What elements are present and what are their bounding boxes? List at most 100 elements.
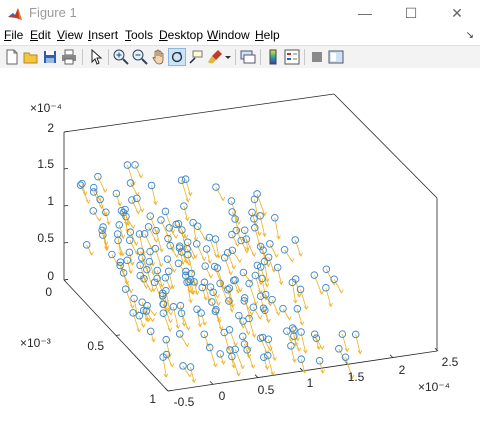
y-tick [63,279,69,281]
x-tick [389,354,394,359]
quiver-arrow [144,233,153,250]
open-file-icon[interactable] [22,48,40,66]
quiver-arrowhead [130,224,136,229]
quiver-arrow [97,176,106,193]
quiver-arrow [224,257,232,275]
print-icon[interactable] [60,48,78,66]
rotate-3d-icon[interactable] [168,48,186,66]
menu-tools[interactable]: Tools [125,27,153,43]
figure-toolbar [0,45,480,69]
data-point-marker [123,161,132,169]
menu-window[interactable]: Window [207,27,250,43]
menu-help[interactable]: Help [255,27,280,43]
x-tick-label: 1.5 [348,370,365,384]
minimize-icon: — [358,5,372,21]
3d-quiver-plot[interactable]: 2 1.5 1 0.5 0 ×10⁻⁴ 0 0.5 1 ×10⁻³ -0.5 0… [0,68,480,426]
top-back-edge [63,93,335,133]
quiver-arrow [196,243,205,261]
quiver-arrowhead [191,255,196,260]
colorbar-icon[interactable] [264,48,282,66]
quiver-arrow [271,299,279,316]
axes-box [63,93,438,392]
y-tick-label: 0 [45,285,52,299]
x-axis-multiplier: ×10⁻⁴ [418,380,450,394]
x-tick-label: 2.5 [442,355,459,369]
y-axis-multiplier: ×10⁻³ [20,336,51,350]
quiver-arrowhead [135,210,141,215]
toolbar-separator [260,49,261,65]
z-tick-label: 0.5 [37,231,54,245]
quiver-arrow [227,252,235,270]
z-tick-label: 1 [47,194,54,208]
brush-icon[interactable] [206,48,224,66]
x-tick-label: 1 [307,376,314,390]
pan-hand-icon[interactable] [150,48,168,66]
toolbar-separator [235,49,236,65]
data-point-marker [117,206,126,215]
menu-insert[interactable]: Insert [88,27,118,43]
quiver-arrowhead [143,284,149,290]
z-axis-multiplier: ×10⁻⁴ [30,101,62,115]
quiver-arrow [141,257,150,273]
data-point-marker [108,250,116,259]
close-button[interactable]: ✕ [434,0,480,27]
top-right-edge [333,93,438,199]
axis-ticks [63,131,439,392]
z-tick [63,205,69,207]
minimize-button[interactable]: — [342,0,388,27]
y-tick-label: 1 [149,392,156,406]
toolbar-separator [82,49,83,65]
z-tick [63,242,69,244]
x-tick [209,381,214,385]
link-plot-icon[interactable] [239,48,257,66]
legend-icon[interactable] [283,48,301,66]
quiver-arrows [80,164,363,384]
quiver-arrowhead [89,251,94,256]
quiver-arrowhead [97,217,102,222]
quiver-arrowhead [150,317,155,323]
quiver-arrowhead [172,268,177,273]
quiver-arrowhead [97,196,103,201]
brush-dropdown-icon[interactable] [224,48,233,66]
quiver-arrowhead [153,238,159,243]
quiver-arrow [229,329,237,346]
figure-canvas[interactable]: 2 1.5 1 0.5 0 ×10⁻⁴ 0 0.5 1 ×10⁻³ -0.5 0… [0,68,480,426]
quiver-arrowhead [257,315,263,320]
x-tick-label: 2 [399,363,406,377]
hide-plot-tools-icon[interactable] [308,48,326,66]
quiver-arrowhead [102,188,108,194]
quiver-arrowhead [201,256,207,262]
z-tick-label: 1.5 [37,157,54,171]
y-tick-label: 0.5 [87,339,104,353]
x-tick-label: 0 [219,389,226,403]
quiver-arrowhead [85,199,91,204]
data-cursor-icon[interactable] [187,48,205,66]
menu-file[interactable]: File [4,27,23,43]
quiver-arrowhead [220,196,226,202]
z-tick-labels: 2 1.5 1 0.5 0 [37,121,54,283]
select-arrow-icon[interactable] [87,48,105,66]
x-tick [254,374,259,378]
quiver-arrowhead [274,253,279,258]
y-tick-labels: 0 0.5 1 [45,285,156,406]
x-tick [164,387,169,392]
menu-overflow-icon[interactable]: ↘ [466,30,474,41]
menu-bar: File Edit View Insert Tools Desktop Wind… [0,27,480,45]
quiver-arrowhead [168,311,173,316]
quiver-arrowhead [208,274,214,279]
maximize-button[interactable]: ☐ [388,0,434,27]
window-title: Figure 1 [29,5,77,20]
menu-desktop[interactable]: Desktop [159,27,203,43]
save-icon[interactable] [41,48,59,66]
zoom-out-icon[interactable] [131,48,149,66]
matlab-logo-icon [8,8,22,20]
quiver-arrowhead [133,241,139,246]
show-plot-tools-icon[interactable] [327,48,345,66]
new-figure-icon[interactable] [3,48,21,66]
menu-view[interactable]: View [57,27,83,43]
quiver-arrowhead [174,253,179,258]
window-title-bar[interactable]: Figure 1 — ☐ ✕ [0,0,480,27]
quiver-arrow [138,315,145,328]
zoom-in-icon[interactable] [112,48,130,66]
menu-edit[interactable]: Edit [30,27,51,43]
